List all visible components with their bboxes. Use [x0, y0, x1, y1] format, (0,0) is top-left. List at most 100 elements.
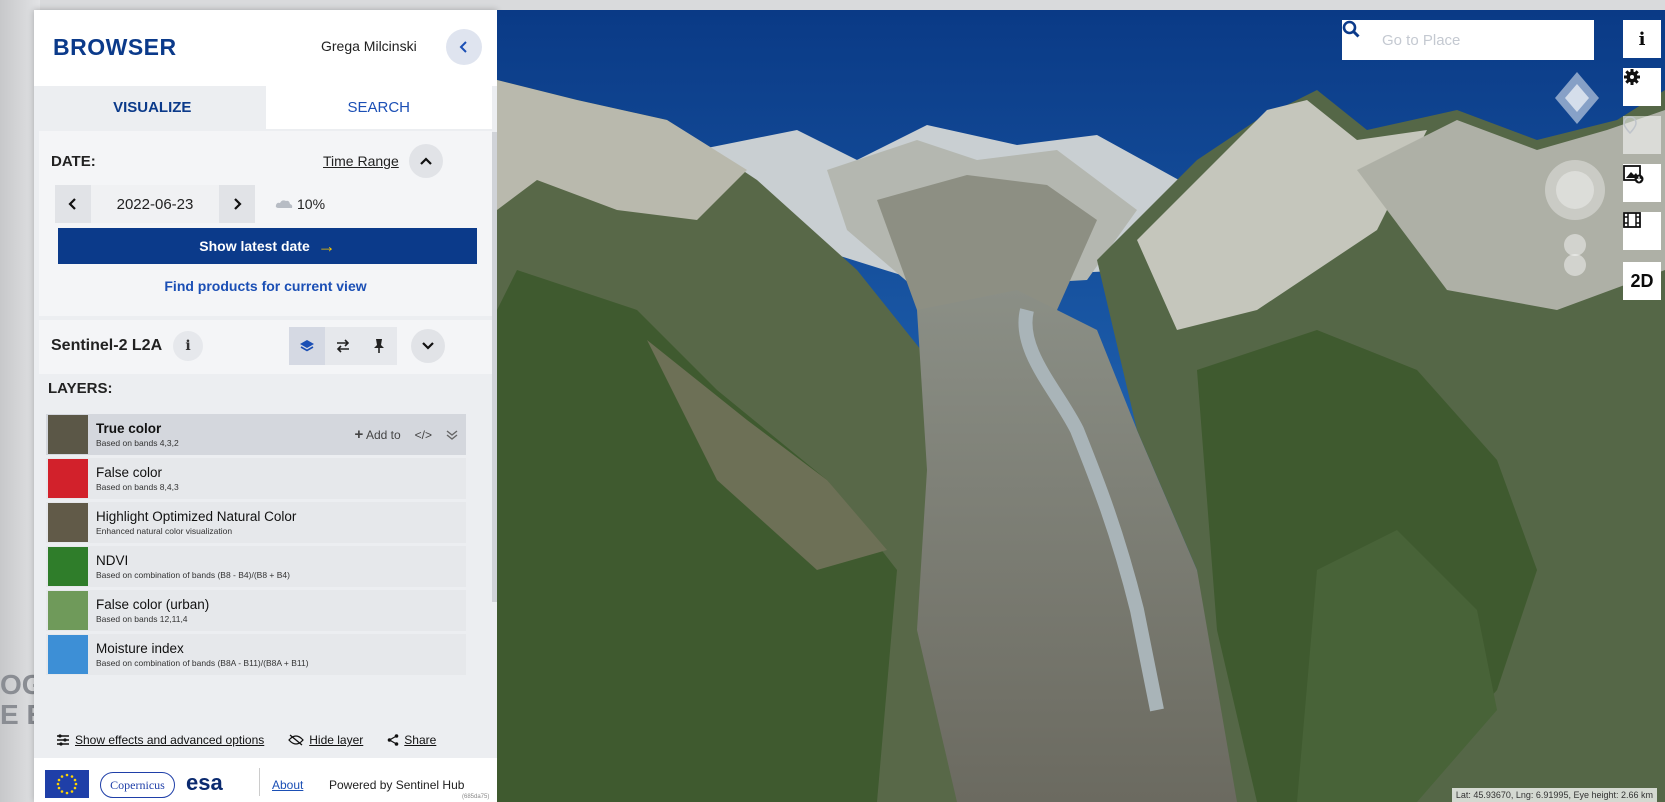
- collapse-date-button[interactable]: [409, 144, 443, 178]
- layer-description: Based on combination of bands (B8 - B4)/…: [96, 570, 290, 580]
- share-icon: [387, 734, 399, 746]
- layer-description: Based on bands 4,3,2: [96, 438, 179, 448]
- layer-thumbnail: [48, 459, 88, 498]
- find-products-link[interactable]: Find products for current view: [39, 278, 492, 294]
- layers-list: True color Based on bands 4,3,2 + Add to </…: [46, 414, 466, 678]
- dataset-selector: Sentinel-2 L2A i: [39, 320, 492, 374]
- dataset-info-button[interactable]: i: [173, 331, 203, 361]
- footer-divider: [259, 768, 260, 796]
- layer-description: Based on combination of bands (B8A - B11…: [96, 658, 309, 668]
- time-range-link[interactable]: Time Range: [323, 153, 399, 169]
- about-link[interactable]: About: [272, 778, 303, 792]
- map-3d-view[interactable]: i 2D Lat: 45.93670, Lng: 6.91995, Eye he…: [497, 10, 1665, 802]
- info-button[interactable]: i: [1623, 20, 1661, 58]
- esa-logo[interactable]: esa: [186, 770, 223, 796]
- search-icon: [1342, 20, 1360, 38]
- collapse-panel-button[interactable]: [446, 29, 482, 65]
- chevron-left-icon: [459, 41, 467, 53]
- chevron-up-icon: [420, 157, 432, 165]
- dataset-tools: [289, 327, 397, 365]
- arrow-right-icon: →: [317, 235, 336, 256]
- date-input[interactable]: 2022-06-23: [91, 185, 219, 223]
- version-label: (685da75): [462, 794, 490, 800]
- hide-layer-link[interactable]: Hide layer: [309, 733, 363, 747]
- app-root: OG E E BROWSER Grega Milcinski VISUALIZE…: [0, 0, 1665, 802]
- film-icon: [1623, 212, 1641, 228]
- copernicus-text: Copernicus: [110, 777, 165, 792]
- layer-title: Moisture index: [96, 641, 184, 656]
- search-button[interactable]: [1342, 20, 1382, 60]
- layer-description: Enhanced natural color visualization: [96, 526, 233, 536]
- layer-thumbnail: [48, 415, 88, 454]
- compare-button[interactable]: [325, 327, 361, 365]
- main-tabs: VISUALIZE SEARCH: [39, 86, 492, 129]
- previous-date-button[interactable]: [55, 185, 91, 223]
- chevron-left-icon: [68, 198, 76, 210]
- sidebar-panel: BROWSER Grega Milcinski VISUALIZE SEARCH…: [34, 10, 497, 802]
- toggle-2d-label: 2D: [1630, 270, 1654, 291]
- next-date-button[interactable]: [219, 185, 255, 223]
- tab-visualize[interactable]: VISUALIZE: [39, 86, 266, 129]
- show-effects-link[interactable]: Show effects and advanced options: [75, 733, 264, 747]
- timelapse-button[interactable]: [1623, 212, 1661, 250]
- copernicus-logo[interactable]: Copernicus: [100, 772, 175, 798]
- settings-button[interactable]: [1623, 68, 1661, 106]
- cloud-coverage[interactable]: 10%: [275, 196, 325, 212]
- camera-navigation-control[interactable]: [1537, 70, 1617, 290]
- share-link[interactable]: Share: [404, 733, 436, 747]
- info-icon: i: [185, 338, 191, 354]
- code-view-button[interactable]: </>: [415, 428, 432, 442]
- go-to-place-search: [1342, 20, 1594, 60]
- date-label: DATE:: [51, 153, 96, 170]
- user-name[interactable]: Grega Milcinski: [321, 38, 417, 54]
- pin-location-button[interactable]: [1623, 116, 1661, 154]
- coordinates-readout: Lat: 45.93670, Lng: 6.91995, Eye height:…: [1451, 788, 1657, 802]
- cloud-coverage-value: 10%: [297, 196, 326, 212]
- add-to-button[interactable]: + Add to: [355, 426, 401, 443]
- layer-item[interactable]: NDVI Based on combination of bands (B8 - …: [46, 546, 466, 587]
- layers-view-button[interactable]: [289, 327, 325, 365]
- layer-actions: + Add to </>: [355, 426, 459, 443]
- pin-icon: [1623, 116, 1637, 134]
- image-download-button[interactable]: [1623, 164, 1661, 202]
- powered-by-link[interactable]: Powered by Sentinel Hub: [329, 778, 464, 792]
- layer-thumbnail: [48, 591, 88, 630]
- date-panel: DATE: Time Range 2022-06-23 10% Show lat…: [39, 131, 492, 316]
- navigation-compass-icon: [1545, 72, 1605, 276]
- terrain-render: [497, 10, 1665, 802]
- layers-title: LAYERS:: [48, 380, 113, 397]
- cloud-icon: [275, 200, 293, 208]
- layer-item[interactable]: Highlight Optimized Natural Color Enhance…: [46, 502, 466, 543]
- go-to-place-input[interactable]: [1382, 20, 1594, 60]
- pin-icon: [374, 339, 384, 353]
- footer: Copernicus esa About Powered by Sentinel…: [34, 758, 497, 802]
- toggle-2d-button[interactable]: 2D: [1623, 262, 1661, 300]
- dataset-name: Sentinel-2 L2A: [51, 337, 163, 354]
- tab-search[interactable]: SEARCH: [265, 86, 492, 129]
- layer-description: Based on bands 8,4,3: [96, 482, 179, 492]
- layer-options-bar: Show effects and advanced options Hide l…: [56, 733, 476, 747]
- layer-title: NDVI: [96, 553, 129, 568]
- layer-item[interactable]: Moisture index Based on combination of ba…: [46, 634, 466, 675]
- dataset-dropdown-button[interactable]: [411, 329, 445, 363]
- layer-title: False color (urban): [96, 597, 210, 612]
- layer-title: Highlight Optimized Natural Color: [96, 509, 297, 524]
- layer-description: Based on bands 12,11,4: [96, 614, 188, 624]
- layer-item[interactable]: False color (urban) Based on bands 12,11,…: [46, 590, 466, 631]
- pin-button[interactable]: [361, 327, 397, 365]
- expand-layer-icon[interactable]: [446, 429, 458, 441]
- eu-stars-icon: [56, 773, 78, 795]
- layer-thumbnail: [48, 547, 88, 586]
- eye-off-icon: [288, 734, 305, 746]
- layer-item[interactable]: False color Based on bands 8,4,3: [46, 458, 466, 499]
- add-to-label: Add to: [365, 428, 401, 442]
- chevron-down-icon: [422, 342, 434, 350]
- eu-flag-logo[interactable]: [45, 770, 89, 798]
- layer-item[interactable]: True color Based on bands 4,3,2 + Add to </…: [46, 414, 466, 455]
- layer-thumbnail: [48, 503, 88, 542]
- chevron-right-icon: [234, 198, 242, 210]
- layers-icon: [300, 340, 314, 352]
- layer-thumbnail: [48, 635, 88, 674]
- esa-text: esa: [186, 770, 223, 795]
- show-latest-date-button[interactable]: Show latest date →: [58, 228, 477, 264]
